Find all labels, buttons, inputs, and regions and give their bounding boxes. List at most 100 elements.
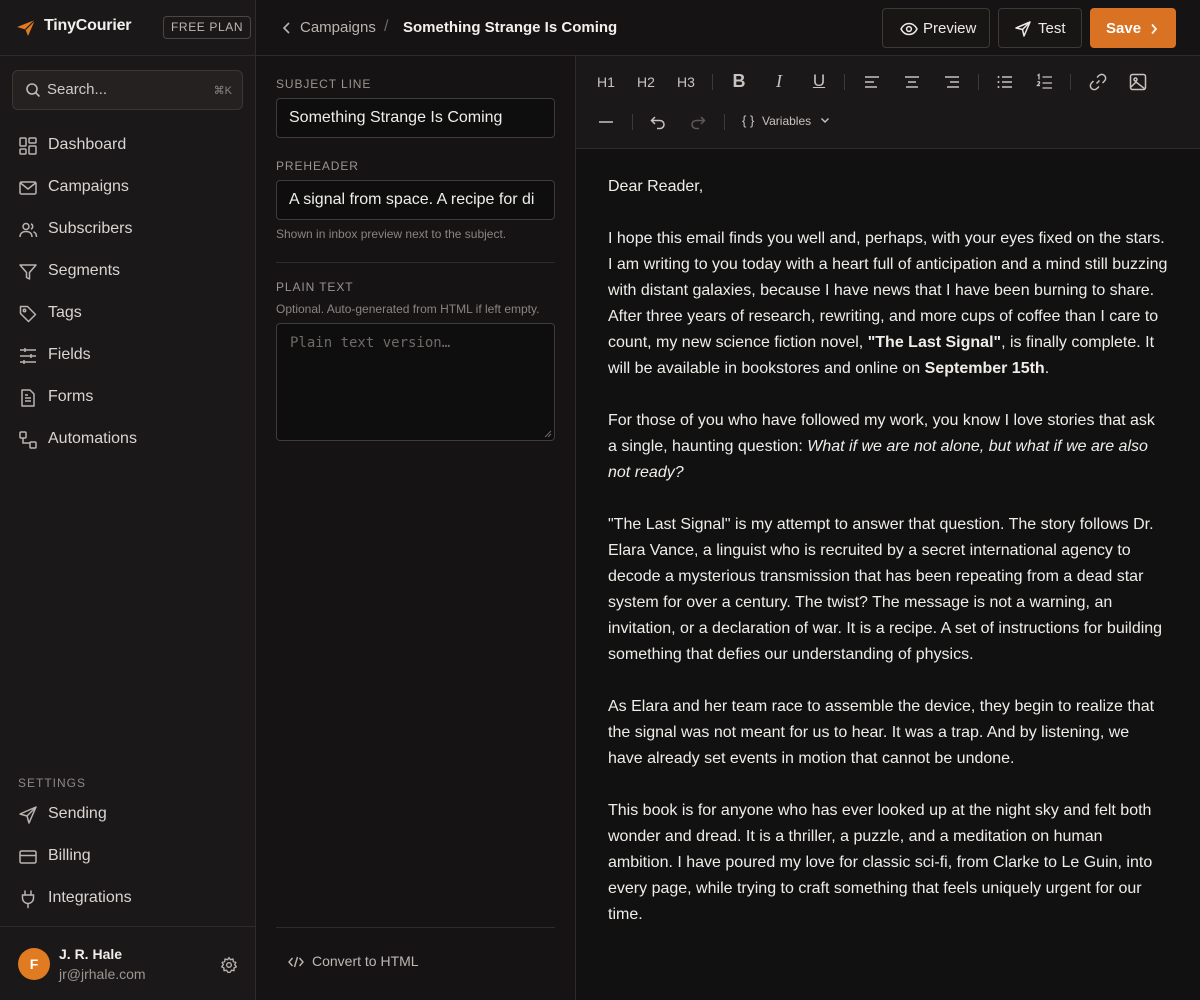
topbar: Campaigns / Something Strange Is Coming … [256, 0, 1200, 56]
breadcrumb-campaigns[interactable]: Campaigns [300, 19, 376, 36]
release-date-bold: September 15th [924, 360, 1045, 377]
italic-glyph: I [776, 71, 782, 91]
eye-icon [900, 21, 918, 37]
sidebar-item-sending[interactable]: Sending [12, 797, 244, 833]
heading-3-button[interactable]: H3 [672, 68, 700, 96]
sidebar-item-label: Automations [48, 430, 137, 447]
toolbar-separator [724, 114, 725, 130]
save-button[interactable]: Save [1090, 8, 1176, 48]
save-label: Save [1106, 20, 1142, 37]
settings-section-label: SETTINGS [18, 776, 87, 790]
h3-glyph: H3 [677, 74, 695, 90]
italic-button[interactable]: I [765, 68, 793, 96]
users-icon [18, 220, 38, 240]
paragraph: After three years of research, rewriting… [608, 304, 1168, 382]
subject-line-input[interactable]: Something Strange Is Coming [276, 98, 555, 138]
send-icon [1015, 21, 1031, 37]
bold-glyph: B [732, 71, 746, 91]
toolbar-separator [978, 74, 979, 90]
avatar[interactable]: F [18, 948, 50, 980]
credit-card-icon [18, 847, 38, 867]
sidebar-item-automations[interactable]: Automations [12, 422, 244, 458]
sidebar-item-campaigns[interactable]: Campaigns [12, 170, 244, 206]
sidebar-item-integrations[interactable]: Integrations [12, 881, 244, 917]
sidebar-item-label: Billing [48, 847, 91, 864]
sidebar-item-label: Tags [48, 304, 82, 321]
image-icon[interactable] [1124, 68, 1152, 96]
align-right-icon[interactable] [938, 68, 966, 96]
sidebar-item-fields[interactable]: Fields [12, 338, 244, 374]
search-placeholder: Search... [47, 81, 108, 98]
campaign-settings-panel: SUBJECT LINE Something Strange Is Coming… [256, 56, 576, 1000]
user-name: J. R. Hale [59, 946, 123, 962]
numbered-list-icon[interactable] [1031, 68, 1059, 96]
sidebar-item-subscribers[interactable]: Subscribers [12, 212, 244, 248]
bold-button[interactable]: B [725, 68, 753, 96]
plain-text-hint: Optional. Auto-generated from HTML if le… [276, 302, 540, 316]
sidebar-item-label: Sending [48, 805, 107, 822]
greeting: Dear Reader, [608, 178, 704, 195]
convert-label: Convert to HTML [312, 953, 419, 969]
gear-icon[interactable] [220, 956, 238, 974]
test-button[interactable]: Test [998, 8, 1082, 48]
grid-icon [18, 136, 38, 156]
code-icon [288, 956, 304, 968]
subject-line-label: SUBJECT LINE [276, 77, 372, 91]
brand-header: TinyCourier FREE PLAN [0, 0, 256, 56]
sidebar-item-tags[interactable]: Tags [12, 296, 244, 332]
sidebar-item-label: Subscribers [48, 220, 133, 237]
heading-2-button[interactable]: H2 [632, 68, 660, 96]
sidebar-item-label: Integrations [48, 889, 132, 906]
sidebar-item-billing[interactable]: Billing [12, 839, 244, 875]
heading-1-button[interactable]: H1 [592, 68, 620, 96]
tag-icon [18, 304, 38, 324]
test-label: Test [1038, 20, 1066, 37]
paragraph-text: . [1044, 360, 1050, 377]
search-shortcut: ⌘K [213, 85, 232, 97]
h1-glyph: H1 [597, 74, 615, 90]
brand-name[interactable]: TinyCourier [44, 17, 132, 35]
preheader-input[interactable]: A signal from space. A recipe for di [276, 180, 555, 220]
paragraph: This book is for anyone who has ever loo… [608, 802, 1153, 923]
email-body[interactable]: Dear Reader, I hope this email finds you… [608, 174, 1168, 954]
preview-label: Preview [923, 20, 977, 37]
chevron-down-icon [820, 117, 830, 124]
horizontal-rule-icon[interactable] [592, 108, 620, 136]
sidebar-item-forms[interactable]: Forms [12, 380, 244, 416]
toolbar-separator [712, 74, 713, 90]
plain-text-textarea[interactable]: Plain text version… [276, 323, 555, 441]
toolbar-separator [1070, 74, 1071, 90]
paragraph: "The Last Signal" is my attempt to answe… [608, 516, 1163, 663]
bullet-list-icon[interactable] [991, 68, 1019, 96]
resize-handle-icon[interactable] [544, 430, 552, 438]
book-title-bold: "The Last Signal" [867, 334, 1002, 351]
preheader-label: PREHEADER [276, 159, 359, 173]
redo-icon[interactable] [684, 108, 712, 136]
toolbar-separator [844, 74, 845, 90]
h2-glyph: H2 [637, 74, 655, 90]
underline-button[interactable]: U [805, 68, 833, 96]
preview-button[interactable]: Preview [882, 8, 990, 48]
align-center-icon[interactable] [898, 68, 926, 96]
mail-icon [18, 178, 38, 198]
paragraph: As Elara and her team race to assemble t… [608, 698, 1155, 767]
paper-plane-logo-icon [16, 19, 36, 37]
email-editor: H1 H2 H3 B I U {} Variables Dear Reader… [576, 56, 1200, 1000]
document-icon [18, 388, 38, 408]
workflow-icon [18, 430, 38, 450]
breadcrumb-separator: / [384, 18, 389, 35]
sliders-icon [18, 346, 38, 366]
sidebar-item-dashboard[interactable]: Dashboard [12, 128, 244, 164]
sidebar-item-label: Fields [48, 346, 91, 363]
align-left-icon[interactable] [858, 68, 886, 96]
chevron-right-icon [1150, 23, 1158, 35]
toolbar-separator [632, 114, 633, 130]
user-profile: F J. R. Hale jr@jrhale.com [0, 926, 256, 1000]
link-icon[interactable] [1084, 68, 1112, 96]
chevron-left-icon[interactable] [282, 21, 292, 35]
sidebar-item-segments[interactable]: Segments [12, 254, 244, 290]
plain-text-placeholder: Plain text version… [290, 335, 451, 351]
search-input[interactable]: Search... ⌘K [12, 70, 243, 110]
undo-icon[interactable] [644, 108, 672, 136]
paragraph: For those of you who have followed my wo… [608, 408, 1168, 486]
